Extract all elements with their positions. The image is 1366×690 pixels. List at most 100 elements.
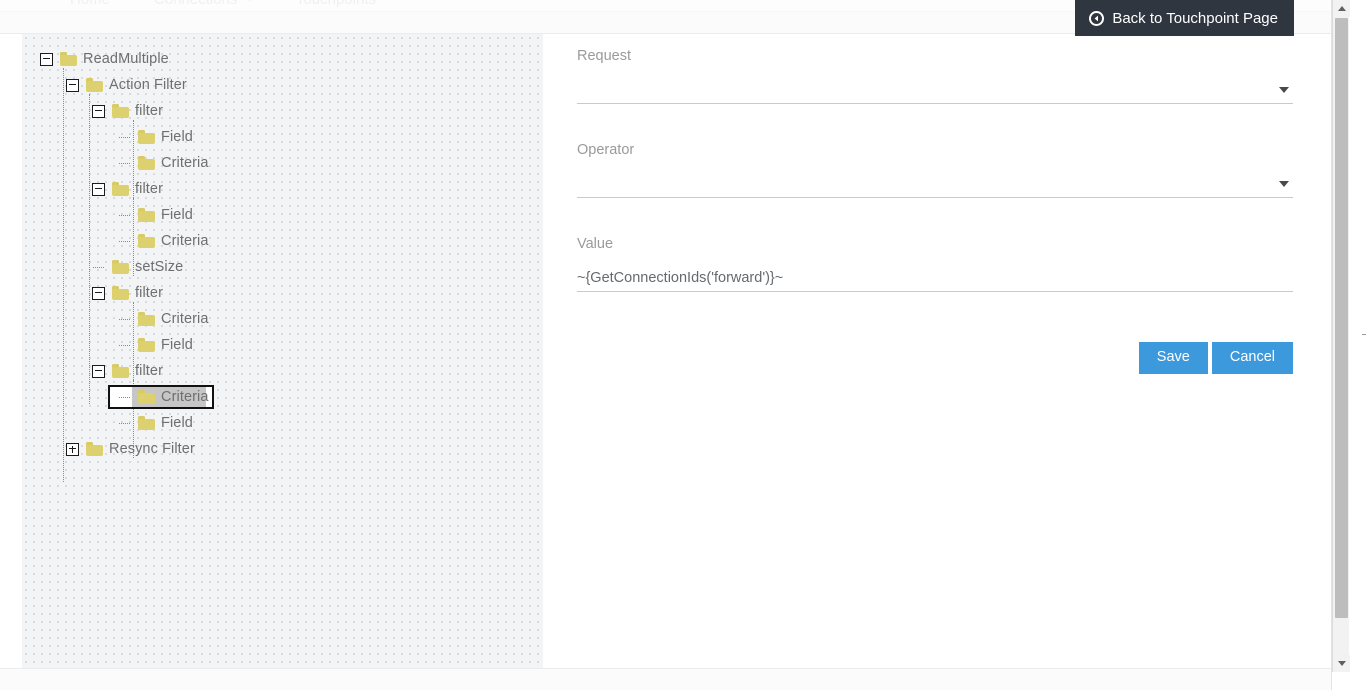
nav-item-touchpoints[interactable]: Touchpoints xyxy=(296,0,376,8)
tree-branch-connector-icon xyxy=(118,235,131,248)
tree-collapse-icon[interactable] xyxy=(92,183,105,196)
tree-node-label: Resync Filter xyxy=(103,441,195,457)
scroll-tick-mark xyxy=(1362,334,1366,335)
tree-node-label: filter xyxy=(129,285,163,301)
tree-node[interactable]: setSize xyxy=(22,254,209,280)
detail-form-panel: Request Operator Value Save Cancel xyxy=(543,34,1332,668)
tree-node[interactable]: Field xyxy=(22,410,209,436)
operator-field-group: Operator xyxy=(577,142,1293,198)
back-to-touchpoint-button[interactable]: Back to Touchpoint Page xyxy=(1075,0,1294,36)
tree-node[interactable]: Criteria xyxy=(22,150,209,176)
request-select[interactable] xyxy=(577,70,1293,104)
tree-node-label: Field xyxy=(155,207,193,223)
folder-icon xyxy=(86,442,103,456)
tree-branch-connector-icon xyxy=(118,157,131,170)
tree-node[interactable]: filter xyxy=(22,176,209,202)
tree-node-label: setSize xyxy=(129,259,183,275)
folder-icon xyxy=(138,234,155,248)
tree-node[interactable]: Field xyxy=(22,124,209,150)
tree-collapse-icon[interactable] xyxy=(92,365,105,378)
tree-node[interactable]: Criteria xyxy=(22,384,209,410)
request-select-value[interactable] xyxy=(577,82,1267,98)
tree-canvas[interactable]: ReadMultiple Action Filter filter Field Crit… xyxy=(22,34,543,668)
chevron-down-icon[interactable] xyxy=(1279,87,1289,93)
value-field-group: Value xyxy=(577,236,1293,292)
tree-node-label: Field xyxy=(155,129,193,145)
tree-node[interactable]: filter xyxy=(22,358,209,384)
nav-caret-icon[interactable]: ▾ xyxy=(247,0,252,5)
arrow-circle-left-icon xyxy=(1089,11,1104,26)
folder-icon xyxy=(112,260,129,274)
page-root: Home Connections ▾ Touchpoints Back to T… xyxy=(0,0,1366,690)
folder-icon xyxy=(138,208,155,222)
tree-node[interactable]: filter xyxy=(22,280,209,306)
request-field-group: Request xyxy=(577,48,1293,104)
window-right-gutter xyxy=(1349,0,1366,690)
scrollbar-thumb[interactable] xyxy=(1335,18,1348,618)
tree-expand-icon[interactable] xyxy=(66,443,79,456)
tree-node-label: Criteria xyxy=(155,389,209,405)
folder-icon xyxy=(138,312,155,326)
folder-icon xyxy=(112,364,129,378)
tree-node-label: Action Filter xyxy=(103,77,187,93)
tree-node-label: Criteria xyxy=(155,311,209,327)
nav-item-home[interactable]: Home xyxy=(70,0,110,8)
folder-icon xyxy=(138,416,155,430)
tree-node-label: Criteria xyxy=(155,233,209,249)
value-label: Value xyxy=(577,236,1293,252)
tree-node-label: Criteria xyxy=(155,155,209,171)
tree-branch-connector-icon xyxy=(118,391,131,404)
tree-node-label: filter xyxy=(129,363,163,379)
tree-branch-connector-icon xyxy=(92,261,105,274)
folder-icon xyxy=(138,130,155,144)
tree-branch-connector-icon xyxy=(118,339,131,352)
tree-node[interactable]: filter xyxy=(22,98,209,124)
tree-branch-connector-icon xyxy=(118,209,131,222)
bottom-strip xyxy=(0,668,1332,690)
back-to-touchpoint-label: Back to Touchpoint Page xyxy=(1112,10,1278,27)
cancel-button[interactable]: Cancel xyxy=(1212,342,1293,374)
value-input[interactable] xyxy=(577,270,1267,286)
tree-collapse-icon[interactable] xyxy=(66,79,79,92)
tree-collapse-icon[interactable] xyxy=(92,287,105,300)
tree-branch-connector-icon xyxy=(118,131,131,144)
folder-icon xyxy=(138,390,155,404)
tree-node-label: filter xyxy=(129,103,163,119)
folder-icon xyxy=(112,104,129,118)
tree-node-label: Field xyxy=(155,337,193,353)
vertical-scrollbar[interactable] xyxy=(1332,0,1349,672)
tree-node[interactable]: ReadMultiple xyxy=(22,46,209,72)
tree-node[interactable]: Field xyxy=(22,332,209,358)
tree-node[interactable]: Resync Filter xyxy=(22,436,209,462)
tree-node[interactable]: Field xyxy=(22,202,209,228)
scroll-down-arrow-icon[interactable] xyxy=(1333,655,1350,672)
tree-node-label: Field xyxy=(155,415,193,431)
tree-node-label: filter xyxy=(129,181,163,197)
nav-item-connections[interactable]: Connections xyxy=(154,0,237,8)
form-actions: Save Cancel xyxy=(577,342,1293,374)
tree-branch-connector-icon xyxy=(118,313,131,326)
tree-collapse-icon[interactable] xyxy=(40,53,53,66)
folder-icon xyxy=(86,78,103,92)
folder-icon xyxy=(138,156,155,170)
value-input-wrapper[interactable] xyxy=(577,258,1293,292)
folder-icon xyxy=(112,286,129,300)
request-label: Request xyxy=(577,48,1293,64)
folder-icon xyxy=(138,338,155,352)
tree-node-label: ReadMultiple xyxy=(77,51,169,67)
operator-select-value[interactable] xyxy=(577,176,1267,192)
tree-node[interactable]: Criteria xyxy=(22,228,209,254)
tree-node[interactable]: Action Filter xyxy=(22,72,209,98)
operator-label: Operator xyxy=(577,142,1293,158)
folder-icon xyxy=(112,182,129,196)
tree-node-list[interactable]: ReadMultiple Action Filter filter Field Crit… xyxy=(22,34,209,462)
chevron-down-icon[interactable] xyxy=(1279,181,1289,187)
save-button[interactable]: Save xyxy=(1139,342,1208,374)
tree-node[interactable]: Criteria xyxy=(22,306,209,332)
tree-collapse-icon[interactable] xyxy=(92,105,105,118)
scroll-up-arrow-icon[interactable] xyxy=(1333,0,1350,17)
tree-branch-connector-icon xyxy=(118,417,131,430)
operator-select[interactable] xyxy=(577,164,1293,198)
window-resize-grip[interactable] xyxy=(1330,676,1340,686)
folder-icon xyxy=(60,52,77,66)
